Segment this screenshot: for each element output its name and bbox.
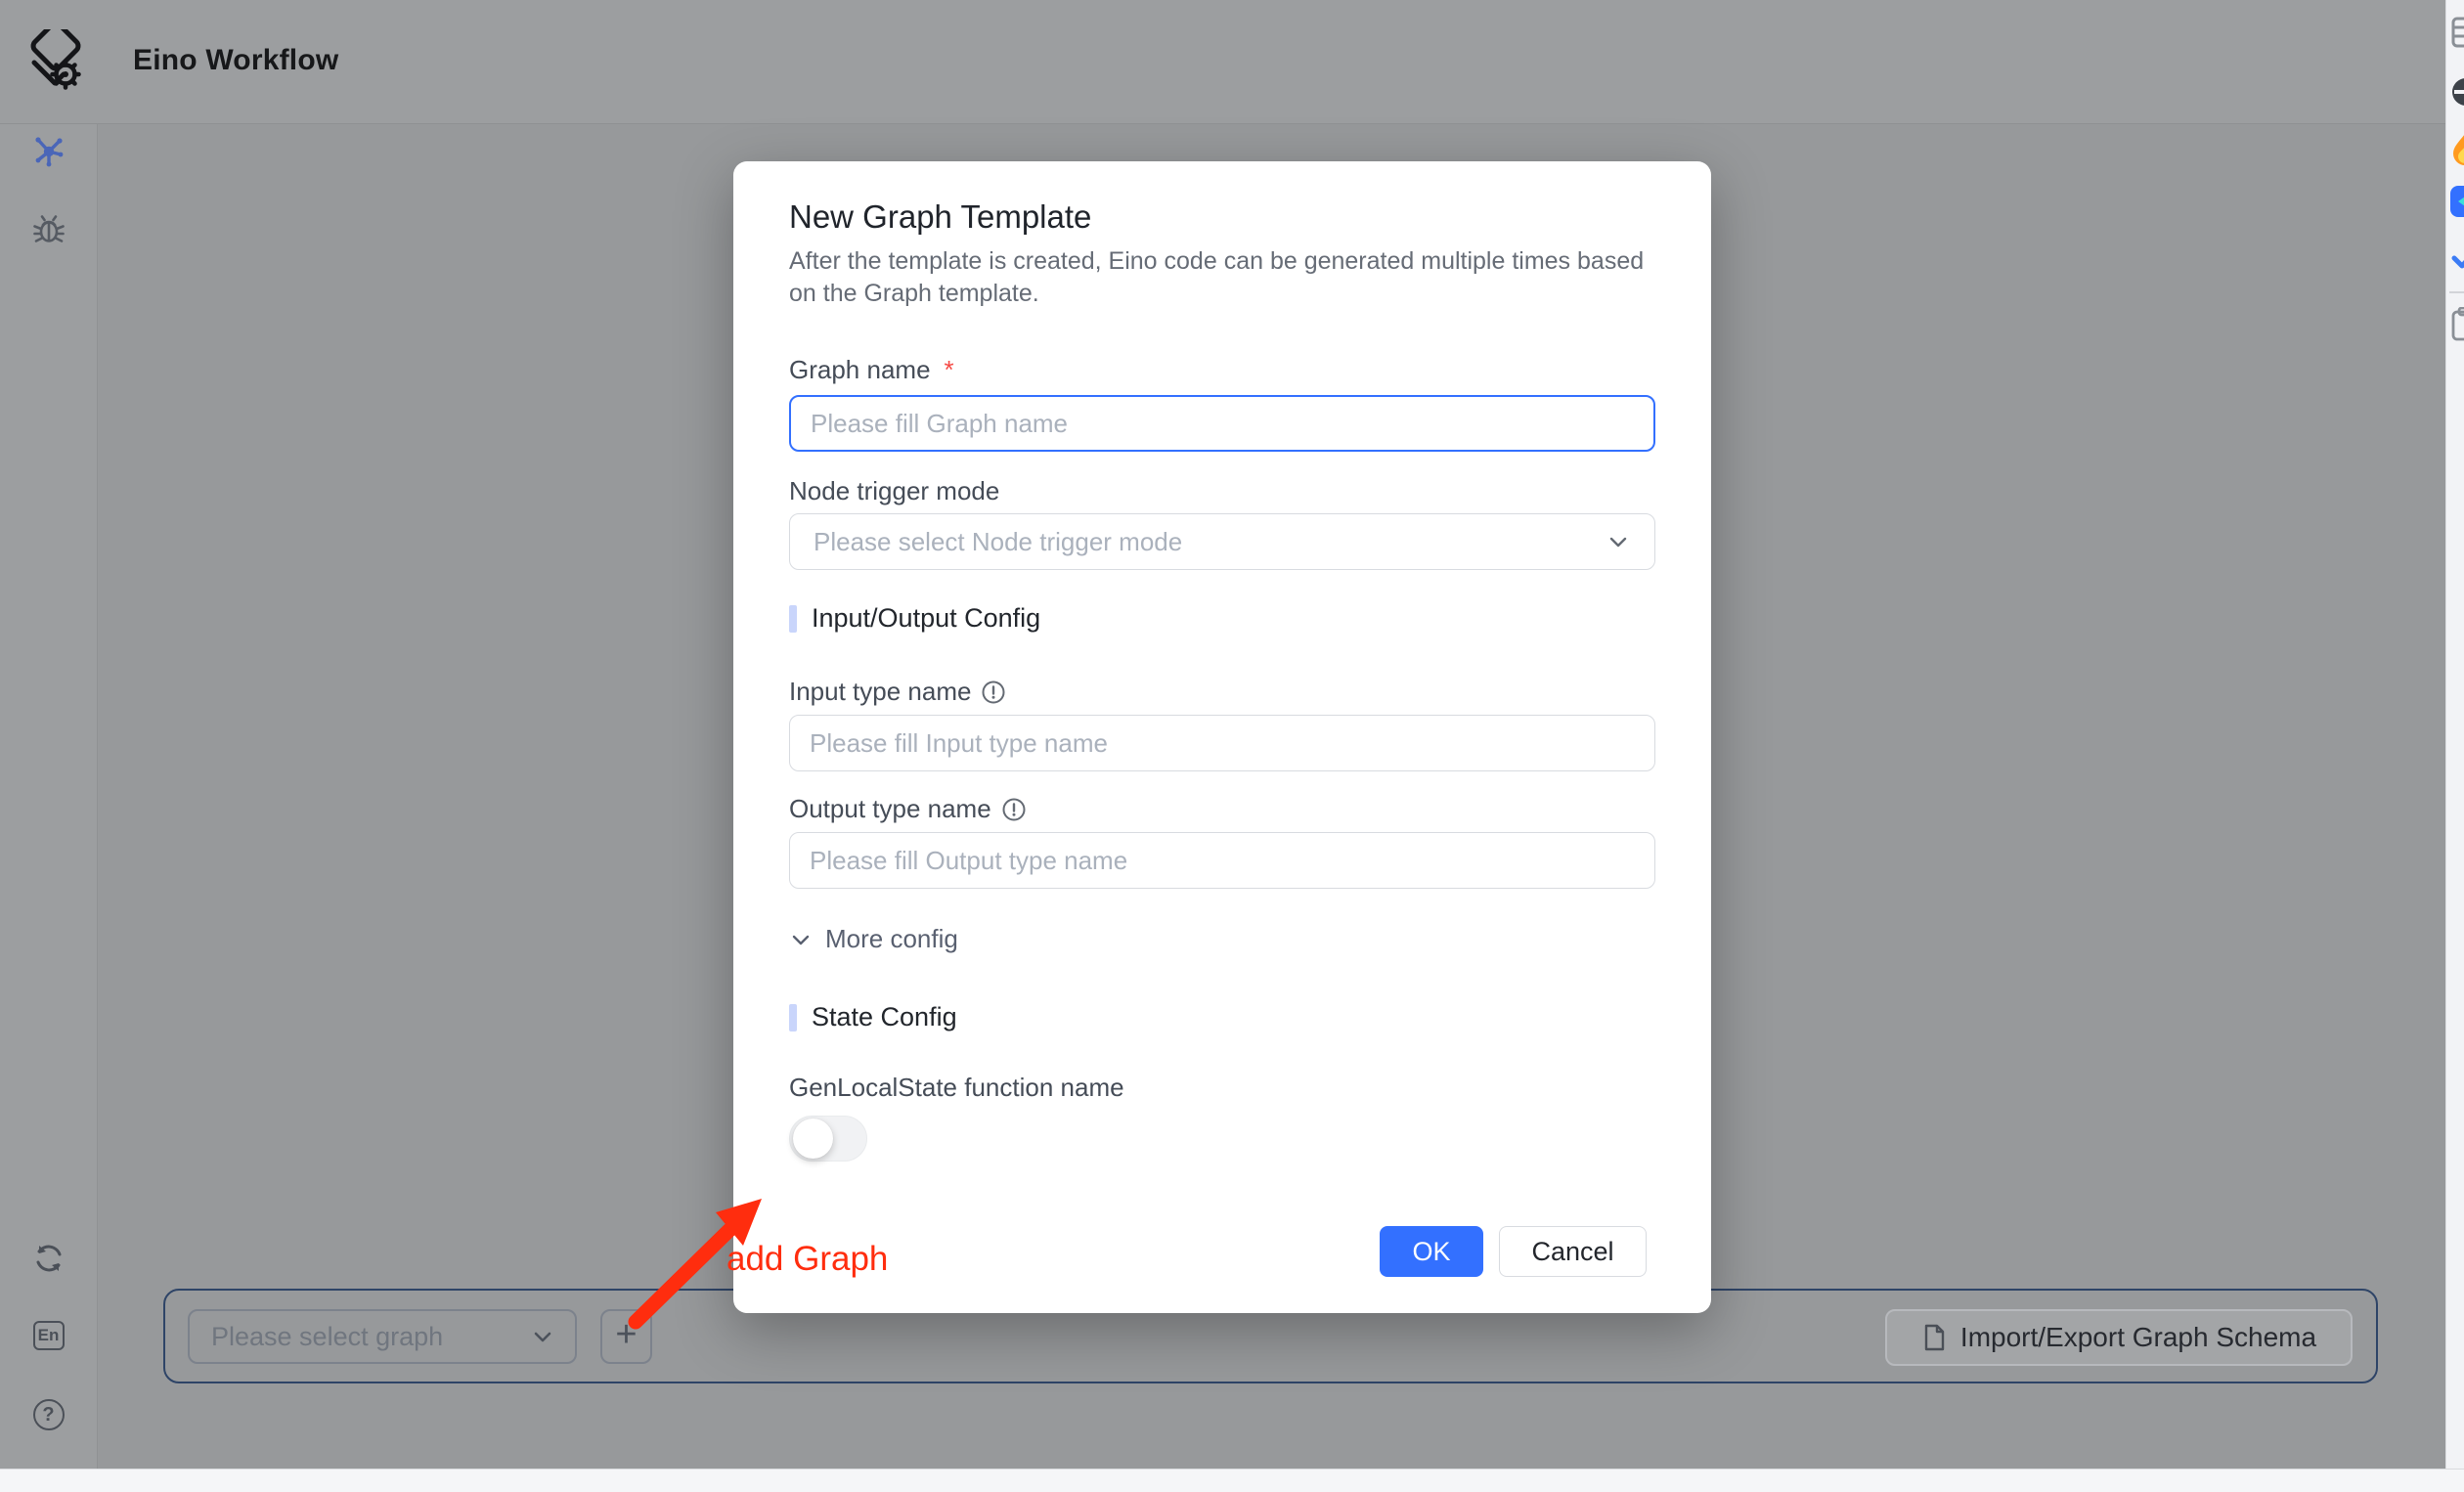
- chevron-down-icon: [530, 1324, 555, 1349]
- state-config-section-title: State Config: [812, 1002, 957, 1032]
- language-label: En: [38, 1326, 60, 1345]
- import-export-button[interactable]: Import/Export Graph Schema: [1885, 1309, 2353, 1366]
- ok-button[interactable]: OK: [1380, 1226, 1483, 1277]
- modal-title: New Graph Template: [789, 198, 1091, 236]
- import-export-label: Import/Export Graph Schema: [1960, 1322, 2316, 1353]
- add-graph-button[interactable]: +: [600, 1309, 652, 1364]
- io-config-section-title: Input/Output Config: [812, 603, 1040, 634]
- help-icon: ?: [33, 1399, 65, 1430]
- schema-file-icon: [1921, 1323, 1947, 1352]
- help-button[interactable]: ?: [29, 1395, 68, 1434]
- blue-app-icon: [2450, 186, 2464, 217]
- sidebar: En ?: [0, 124, 98, 1469]
- help-label: ?: [42, 1404, 54, 1426]
- language-icon: En: [33, 1321, 65, 1350]
- info-icon[interactable]: [1001, 797, 1027, 822]
- chevron-down-icon: [789, 928, 813, 951]
- output-type-name-input[interactable]: [789, 832, 1655, 889]
- new-graph-template-modal: New Graph Template After the template is…: [733, 161, 1711, 1313]
- flame-icon: [2450, 133, 2464, 166]
- strip-divider: [2449, 291, 2464, 293]
- app-title: Eino Workflow: [133, 44, 338, 77]
- state-config-section-header: State Config: [789, 1002, 957, 1032]
- debug-bug-icon: [31, 212, 66, 247]
- output-type-name-label: Output type name: [789, 794, 1027, 824]
- bottom-strip: [0, 1469, 2464, 1492]
- check-icon: [2450, 244, 2464, 272]
- sidebar-item-debug[interactable]: [29, 210, 68, 249]
- chevron-down-icon: [1606, 529, 1631, 554]
- app-header: Eino Workflow: [0, 0, 2445, 124]
- graph-select[interactable]: Please select graph: [188, 1309, 577, 1364]
- sidebar-item-workflow[interactable]: [29, 132, 68, 171]
- language-button[interactable]: En: [29, 1316, 68, 1355]
- info-icon[interactable]: [981, 680, 1006, 705]
- eino-logo-icon: [24, 29, 85, 92]
- node-trigger-mode-label: Node trigger mode: [789, 476, 999, 506]
- required-asterisk: *: [945, 355, 954, 385]
- modal-footer: OK Cancel: [1380, 1226, 1647, 1277]
- section-accent-bar: [789, 1004, 797, 1031]
- graph-name-label: Graph name*: [789, 355, 954, 385]
- refresh-button[interactable]: [29, 1239, 68, 1278]
- gen-local-state-toggle[interactable]: [789, 1116, 867, 1162]
- input-type-name-input[interactable]: [789, 715, 1655, 771]
- annotation-text: add Graph: [726, 1240, 888, 1279]
- graph-name-input[interactable]: [789, 395, 1655, 452]
- input-type-name-label: Input type name: [789, 677, 1006, 707]
- screen: Eino Workflow: [0, 0, 2464, 1492]
- stack-icon: [2450, 16, 2464, 49]
- gen-local-state-label: GenLocalState function name: [789, 1073, 1124, 1103]
- refresh-icon: [31, 1241, 66, 1276]
- graph-select-placeholder: Please select graph: [211, 1322, 530, 1352]
- io-config-section-header: Input/Output Config: [789, 603, 1040, 634]
- modal-description-line1: After the template is created, Eino code…: [789, 247, 1669, 276]
- dark-circle-icon: [2450, 76, 2464, 108]
- section-accent-bar: [789, 605, 797, 633]
- node-trigger-mode-placeholder: Please select Node trigger mode: [814, 527, 1606, 557]
- workflow-graph-icon: [30, 133, 67, 170]
- modal-description-line2: on the Graph template.: [789, 280, 1669, 308]
- cancel-button[interactable]: Cancel: [1499, 1226, 1647, 1277]
- node-trigger-mode-select[interactable]: Please select Node trigger mode: [789, 513, 1655, 570]
- more-config-toggle[interactable]: More config: [789, 924, 958, 954]
- browser-side-strip: [2445, 0, 2464, 1469]
- toggle-knob: [793, 1119, 833, 1159]
- more-config-label: More config: [825, 924, 958, 954]
- plus-label: +: [615, 1316, 637, 1353]
- clipboard-icon: [2450, 307, 2464, 342]
